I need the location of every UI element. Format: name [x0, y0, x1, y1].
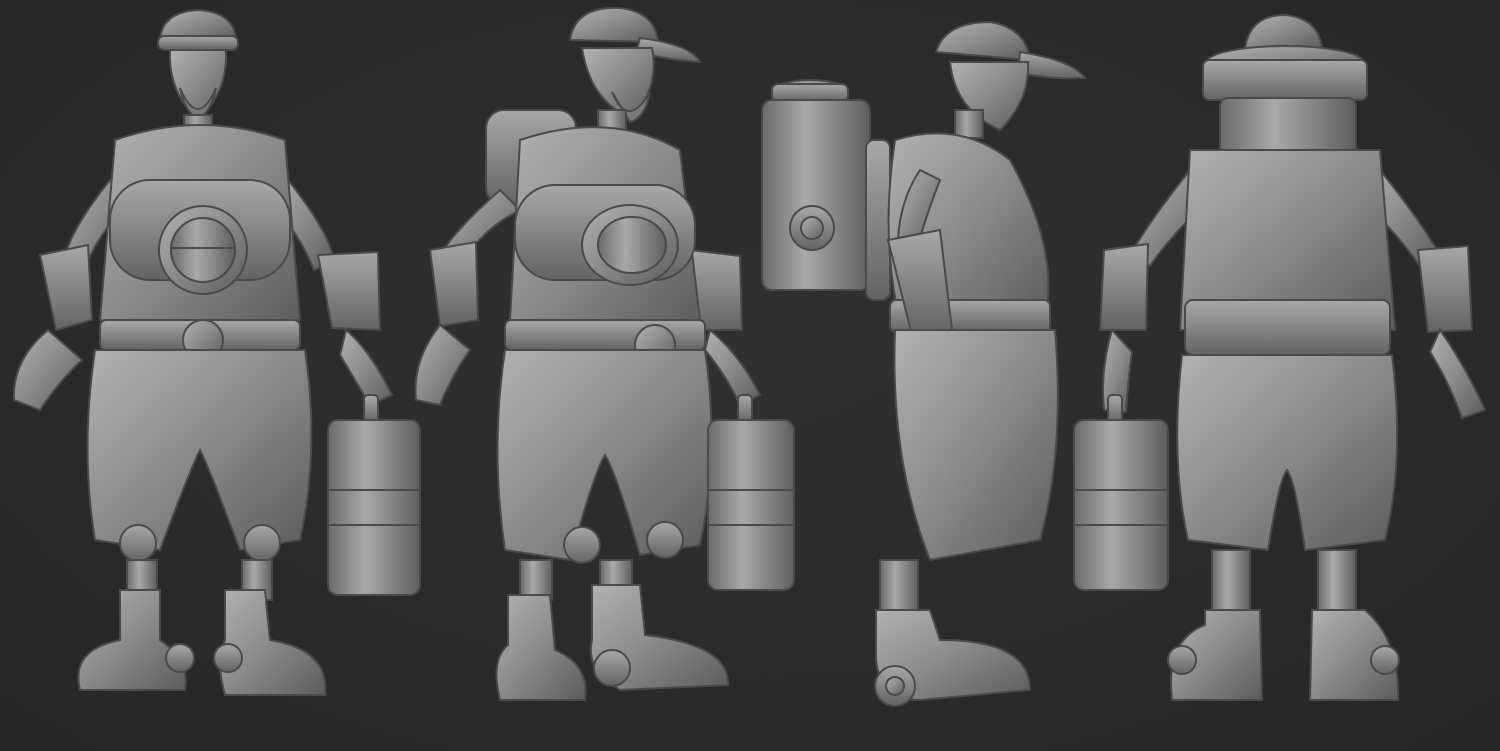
left-glove: [38, 243, 94, 332]
left-glove: [1098, 242, 1150, 331]
right-glove: [316, 250, 382, 332]
canister: [327, 419, 421, 596]
character-turnaround-svg: [12, 6, 1487, 707]
pants: [86, 349, 313, 552]
left-boot: [495, 594, 587, 701]
left-boot: [77, 589, 187, 691]
figure-side: [761, 20, 1087, 707]
figure-back: [1073, 13, 1487, 701]
canister: [707, 419, 795, 591]
turnaround-render: [0, 0, 1500, 751]
belt: [1184, 299, 1391, 356]
canister: [1073, 419, 1169, 591]
cap: [1243, 13, 1324, 49]
right-boot: [219, 589, 327, 696]
cap: [568, 6, 660, 44]
left-glove: [428, 240, 480, 328]
backpack: [761, 99, 871, 291]
right-glove: [1416, 244, 1474, 334]
pants: [893, 329, 1059, 562]
figure-three-quarter: [414, 6, 795, 701]
figure-front: [12, 8, 421, 696]
cap: [934, 20, 1032, 62]
pants: [1176, 354, 1399, 552]
